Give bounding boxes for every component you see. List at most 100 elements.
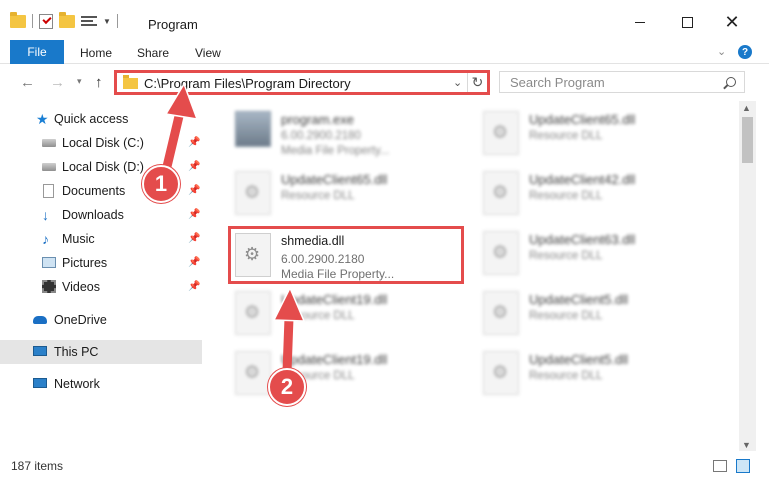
file-type: Resource DLL xyxy=(281,310,355,322)
properties-check-icon[interactable] xyxy=(39,13,53,29)
file-highlight-box xyxy=(228,226,464,284)
scroll-up-icon[interactable]: ▲ xyxy=(742,103,751,113)
dll-file-icon xyxy=(235,291,271,335)
details-view-icon[interactable] xyxy=(713,460,727,472)
sidebar-item-music[interactable]: ♪ Music 📌 xyxy=(0,227,202,251)
quick-access-toolbar: ▼ xyxy=(10,10,118,32)
dll-file-icon xyxy=(483,291,519,335)
file-name: UpdateClient5.dll xyxy=(529,352,629,367)
title-bar: ▼ Program ✕ xyxy=(0,0,769,40)
minimize-button[interactable] xyxy=(630,12,650,32)
toolbar-dropdown-icon[interactable]: ▼ xyxy=(103,17,111,26)
sidebar-item-label: Quick access xyxy=(54,112,129,126)
pin-icon[interactable]: 📌 xyxy=(188,137,200,148)
tab-file[interactable]: File xyxy=(10,40,64,64)
scroll-thumb[interactable] xyxy=(742,117,753,163)
status-bar: 187 items xyxy=(0,451,769,489)
refresh-button[interactable]: ↻ xyxy=(467,73,487,92)
disk-icon xyxy=(42,139,56,147)
file-tile[interactable]: UpdateClient19.dll Resource DLL xyxy=(231,285,469,341)
download-icon: ↓ xyxy=(42,207,49,223)
sidebar-item-label: OneDrive xyxy=(54,313,107,327)
pin-icon[interactable]: 📌 xyxy=(188,185,200,196)
dll-file-icon xyxy=(235,351,271,395)
sidebar-item-label: Pictures xyxy=(62,256,108,270)
tiles-view-icon[interactable] xyxy=(736,459,750,473)
file-type: Resource DLL xyxy=(529,370,603,382)
sidebar-item-pictures[interactable]: Pictures 📌 xyxy=(0,251,202,275)
documents-icon xyxy=(43,184,54,198)
folder-icon xyxy=(123,75,138,89)
toolbar-separator xyxy=(32,14,33,28)
file-name: UpdateClient42.dll xyxy=(529,172,636,187)
sidebar-item-quick-access[interactable]: ★ Quick access xyxy=(0,107,202,131)
executable-icon xyxy=(235,111,271,147)
sidebar-item-label: Downloads xyxy=(62,208,124,222)
file-description: Media File Property... xyxy=(281,145,390,157)
sidebar-item-label: This PC xyxy=(54,345,99,359)
sidebar-item-videos[interactable]: Videos 📌 xyxy=(0,275,202,299)
pin-icon[interactable]: 📌 xyxy=(188,161,200,172)
navigation-bar: ← → ▾ ↑ C:\Program Files\Program Directo… xyxy=(0,65,769,101)
file-tile[interactable]: UpdateClient65.dll Resource DLL xyxy=(479,105,717,161)
file-name: program.exe xyxy=(281,112,354,127)
step-badge-2: 2 xyxy=(268,368,306,406)
dll-file-icon xyxy=(483,351,519,395)
pictures-icon xyxy=(42,257,56,268)
file-tile[interactable]: UpdateClient63.dll Resource DLL xyxy=(479,225,717,281)
close-button[interactable]: ✕ xyxy=(722,12,742,32)
star-icon: ★ xyxy=(36,111,49,127)
folder-icon xyxy=(10,11,26,28)
tab-share[interactable]: Share xyxy=(137,46,169,60)
file-tile[interactable]: UpdateClient42.dll Resource DLL xyxy=(479,165,717,221)
address-path[interactable]: C:\Program Files\Program Directory xyxy=(144,76,351,91)
tab-view[interactable]: View xyxy=(195,46,221,60)
sidebar-item-downloads[interactable]: ↓ Downloads 📌 xyxy=(0,203,202,227)
pin-icon[interactable]: 📌 xyxy=(188,281,200,292)
back-button[interactable]: ← xyxy=(20,74,35,91)
music-icon: ♪ xyxy=(42,231,49,247)
file-tile[interactable]: UpdateClient5.dll Resource DLL xyxy=(479,345,717,401)
pin-icon[interactable]: 📌 xyxy=(188,209,200,220)
forward-button[interactable]: → xyxy=(50,74,65,91)
pin-icon[interactable]: 📌 xyxy=(188,257,200,268)
search-icon[interactable] xyxy=(726,77,736,87)
file-type: Resource DLL xyxy=(281,190,355,202)
sidebar-item-label: Local Disk (C:) xyxy=(62,136,144,150)
recent-locations-dropdown[interactable]: ▾ xyxy=(77,76,82,87)
navigation-pane: ★ Quick access Local Disk (C:) 📌 Local D… xyxy=(0,101,205,451)
new-folder-icon[interactable] xyxy=(59,11,75,28)
sidebar-item-local-disk-c[interactable]: Local Disk (C:) 📌 xyxy=(0,131,202,155)
chevron-down-icon[interactable]: ⌄ xyxy=(453,76,462,89)
computer-icon xyxy=(33,346,47,356)
expand-ribbon-icon[interactable]: ⌄ xyxy=(717,45,726,58)
pin-icon[interactable]: 📌 xyxy=(188,233,200,244)
help-icon[interactable]: ? xyxy=(738,45,752,59)
vertical-scrollbar[interactable]: ▲ ▼ xyxy=(739,101,756,451)
file-tile-program-exe[interactable]: program.exe 6.00.2900.2180 Media File Pr… xyxy=(231,105,469,161)
sidebar-item-label: Videos xyxy=(62,280,100,294)
address-bar[interactable]: C:\Program Files\Program Directory ⌄ ↻ xyxy=(114,70,490,95)
scroll-down-icon[interactable]: ▼ xyxy=(742,440,751,450)
search-input[interactable]: Search Program xyxy=(499,71,745,93)
file-name: UpdateClient5.dll xyxy=(529,292,629,307)
customize-toolbar-icon[interactable] xyxy=(81,14,97,28)
file-tile[interactable]: UpdateClient5.dll Resource DLL xyxy=(479,285,717,341)
sidebar-item-onedrive[interactable]: OneDrive xyxy=(0,308,202,332)
tab-home[interactable]: Home xyxy=(80,46,112,60)
sidebar-item-label: Documents xyxy=(62,184,126,198)
file-type: Resource DLL xyxy=(529,250,603,262)
file-tile[interactable]: UpdateClient65.dll Resource DLL xyxy=(231,165,469,221)
file-version: 6.00.2900.2180 xyxy=(281,130,361,142)
up-button[interactable]: ↑ xyxy=(95,74,103,91)
maximize-button[interactable] xyxy=(677,12,697,32)
file-name: UpdateClient19.dll xyxy=(281,292,388,307)
file-name: UpdateClient19.dll xyxy=(281,352,388,367)
sidebar-item-label: Local Disk (D:) xyxy=(62,160,144,174)
sidebar-item-network[interactable]: Network xyxy=(0,372,202,396)
file-type: Resource DLL xyxy=(529,130,603,142)
sidebar-item-this-pc[interactable]: This PC xyxy=(0,340,202,364)
toolbar-separator xyxy=(116,14,118,28)
file-name: UpdateClient65.dll xyxy=(529,112,636,127)
file-tile[interactable]: UpdateClient19.dll Resource DLL xyxy=(231,345,469,401)
